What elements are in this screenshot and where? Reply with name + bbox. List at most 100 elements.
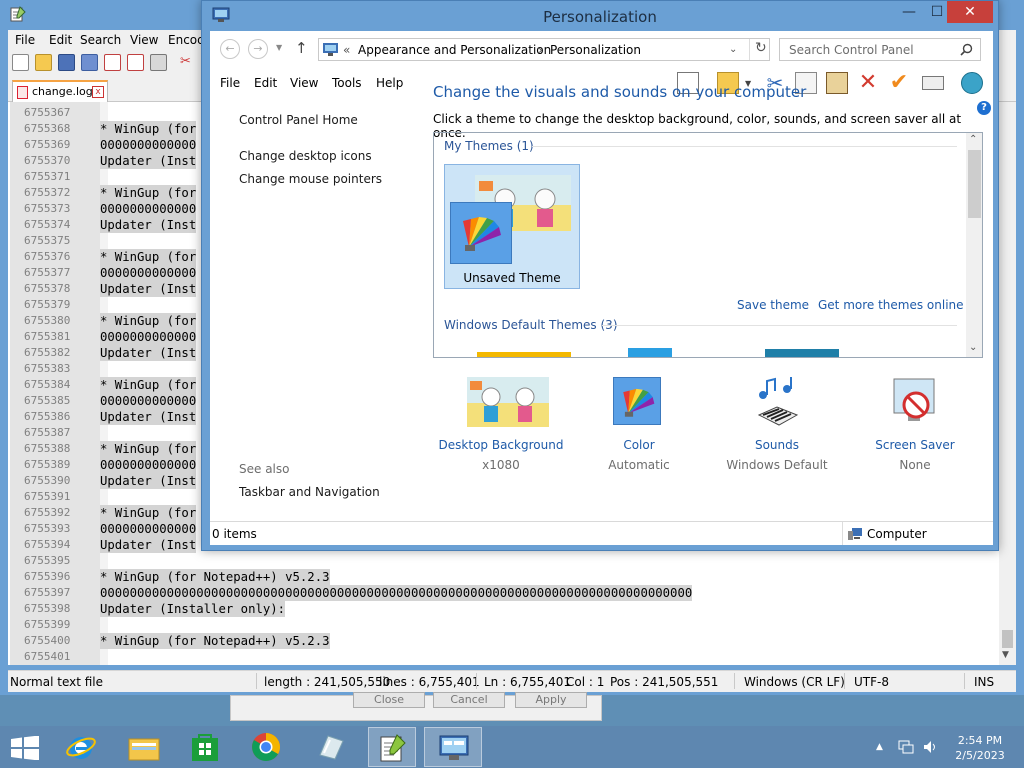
- default-theme-thumb-2[interactable]: [628, 348, 672, 357]
- editor-line-text[interactable]: Updater (Inst: [100, 345, 197, 361]
- address-dropdown-icon[interactable]: ⌄: [729, 44, 737, 55]
- notepad-vertical-scrollbar[interactable]: ▼: [999, 102, 1016, 665]
- tab-change-log[interactable]: change.log x: [12, 80, 108, 102]
- editor-line-text[interactable]: Updater (Installer only):: [100, 601, 286, 617]
- options-shell-icon[interactable]: [961, 72, 983, 94]
- personalization-title-bar[interactable]: Personalization — ☐ ✕: [202, 1, 998, 31]
- search-control-panel-input[interactable]: Search Control Panel: [779, 38, 981, 61]
- theme-list[interactable]: My Themes (1) Unsaved Theme Save theme G…: [433, 132, 983, 358]
- editor-line-text[interactable]: Updater (Inst: [100, 217, 197, 233]
- editor-line-text[interactable]: 0000000000000: [100, 265, 197, 281]
- editor-line-text[interactable]: Updater (Inst: [100, 281, 197, 297]
- color-palette-icon: [613, 377, 661, 425]
- close-button[interactable]: ✕: [947, 1, 993, 23]
- theme-list-scroll-thumb[interactable]: [968, 150, 981, 218]
- taskbar-app-shortcut[interactable]: [306, 727, 354, 767]
- taskbar-control-panel[interactable]: [424, 727, 482, 767]
- unsaved-theme-tile[interactable]: Unsaved Theme: [444, 164, 580, 289]
- change-desktop-icons-link[interactable]: Change desktop icons: [239, 149, 372, 163]
- scroll-up-icon[interactable]: ⌃: [969, 134, 977, 145]
- notepad-menu-file[interactable]: File: [15, 33, 35, 47]
- editor-line-text[interactable]: Updater (Inst: [100, 473, 197, 489]
- notepad-menu-view[interactable]: View: [130, 33, 158, 47]
- scroll-down-icon[interactable]: ⌄: [969, 342, 977, 353]
- breadcrumb-appearance[interactable]: Appearance and Personalization: [358, 43, 551, 57]
- editor-line-text[interactable]: * WinGup (for: [100, 313, 197, 329]
- refresh-icon[interactable]: ↻: [755, 40, 767, 56]
- volume-icon[interactable]: [923, 740, 939, 754]
- menu-file[interactable]: File: [220, 76, 240, 90]
- theme-list-scrollbar[interactable]: ⌃ ⌄: [966, 133, 982, 357]
- editor-line-text[interactable]: * WinGup (for: [100, 121, 197, 137]
- address-box[interactable]: « Appearance and Personalization › Perso…: [318, 38, 770, 61]
- search-icon[interactable]: [960, 43, 973, 56]
- control-panel-home-link[interactable]: Control Panel Home: [239, 113, 358, 127]
- delete-icon[interactable]: ✕: [857, 72, 879, 94]
- save-all-icon[interactable]: [81, 54, 98, 71]
- breadcrumb-overflow[interactable]: «: [343, 43, 350, 57]
- paste-icon[interactable]: [826, 72, 848, 94]
- editor-line-text[interactable]: * WinGup (for Notepad++) v5.2.3: [100, 569, 330, 585]
- editor-line-text[interactable]: 0000000000000: [100, 201, 197, 217]
- editor-line-text[interactable]: 0000000000000: [100, 329, 197, 345]
- rename-icon[interactable]: [922, 76, 944, 90]
- show-hidden-icons-icon[interactable]: ▲: [876, 742, 883, 752]
- taskbar-navigation-link[interactable]: Taskbar and Navigation: [239, 485, 380, 499]
- tab-close-icon[interactable]: x: [92, 86, 104, 98]
- status-eol[interactable]: Windows (CR LF): [744, 675, 845, 689]
- editor-line-text[interactable]: * WinGup (for: [100, 185, 197, 201]
- status-encoding[interactable]: UTF-8: [854, 675, 889, 689]
- open-folder-icon[interactable]: [35, 54, 52, 71]
- default-theme-thumb-3[interactable]: [765, 349, 839, 357]
- notepad-menu-search[interactable]: Search: [80, 33, 121, 47]
- editor-line-text[interactable]: 0000000000000000000000000000000000000000…: [100, 585, 693, 601]
- taskbar-notepad-plus-plus[interactable]: [368, 727, 416, 767]
- apply-check-icon[interactable]: ✔: [888, 72, 910, 94]
- breadcrumb-personalization[interactable]: Personalization: [550, 43, 641, 57]
- network-icon[interactable]: [898, 740, 914, 754]
- editor-line-text[interactable]: * WinGup (for: [100, 505, 197, 521]
- editor-line-text[interactable]: 0000000000000: [100, 393, 197, 409]
- taskbar-internet-explorer[interactable]: [56, 727, 104, 767]
- up-arrow-icon[interactable]: ↑: [295, 39, 308, 57]
- notepad-menu-encoding[interactable]: Encod: [168, 33, 205, 47]
- close-file-icon[interactable]: [104, 54, 121, 71]
- get-more-themes-link[interactable]: Get more themes online: [818, 298, 964, 312]
- notepad-menu-edit[interactable]: Edit: [49, 33, 72, 47]
- menu-help[interactable]: Help: [376, 76, 403, 90]
- clock[interactable]: 2:54 PM 2/5/2023: [950, 733, 1010, 763]
- editor-line-text[interactable]: 0000000000000: [100, 521, 197, 537]
- close-all-icon[interactable]: [127, 54, 144, 71]
- start-windows-icon[interactable]: [11, 736, 39, 760]
- editor-line-text[interactable]: * WinGup (for: [100, 441, 197, 457]
- editor-line-text[interactable]: * WinGup (for Notepad++) v5.2.3: [100, 633, 330, 649]
- recent-locations-icon[interactable]: ▼: [276, 43, 282, 52]
- status-insert-mode[interactable]: INS: [974, 675, 994, 689]
- save-theme-link[interactable]: Save theme: [737, 298, 809, 312]
- editor-line-text[interactable]: Updater (Inst: [100, 153, 197, 169]
- menu-edit[interactable]: Edit: [254, 76, 277, 90]
- editor-line-text[interactable]: * WinGup (for: [100, 377, 197, 393]
- notepad-scroll-thumb[interactable]: [1002, 630, 1013, 648]
- editor-line-text[interactable]: 0000000000000: [100, 457, 197, 473]
- editor-line-text[interactable]: 0000000000000: [100, 137, 197, 153]
- cut-icon[interactable]: ✂: [180, 54, 192, 71]
- menu-tools[interactable]: Tools: [332, 76, 362, 90]
- editor-line-text[interactable]: * WinGup (for: [100, 249, 197, 265]
- forward-arrow-icon[interactable]: →: [248, 39, 268, 59]
- see-also-label: See also: [239, 462, 290, 476]
- editor-line-text[interactable]: Updater (Inst: [100, 537, 197, 553]
- status-length: length : 241,505,550: [264, 675, 391, 689]
- scroll-down-icon[interactable]: ▼: [1002, 650, 1009, 660]
- save-icon[interactable]: [58, 54, 75, 71]
- editor-line-text[interactable]: Updater (Inst: [100, 409, 197, 425]
- back-arrow-icon[interactable]: ←: [220, 39, 240, 59]
- default-theme-thumb-1[interactable]: [477, 352, 571, 357]
- taskbar-store[interactable]: [181, 727, 229, 767]
- taskbar-chrome[interactable]: [242, 727, 290, 767]
- new-file-icon[interactable]: [12, 54, 29, 71]
- taskbar-file-explorer[interactable]: [114, 727, 172, 767]
- change-mouse-pointers-link[interactable]: Change mouse pointers: [239, 172, 382, 186]
- menu-view[interactable]: View: [290, 76, 318, 90]
- print-icon[interactable]: [150, 54, 167, 71]
